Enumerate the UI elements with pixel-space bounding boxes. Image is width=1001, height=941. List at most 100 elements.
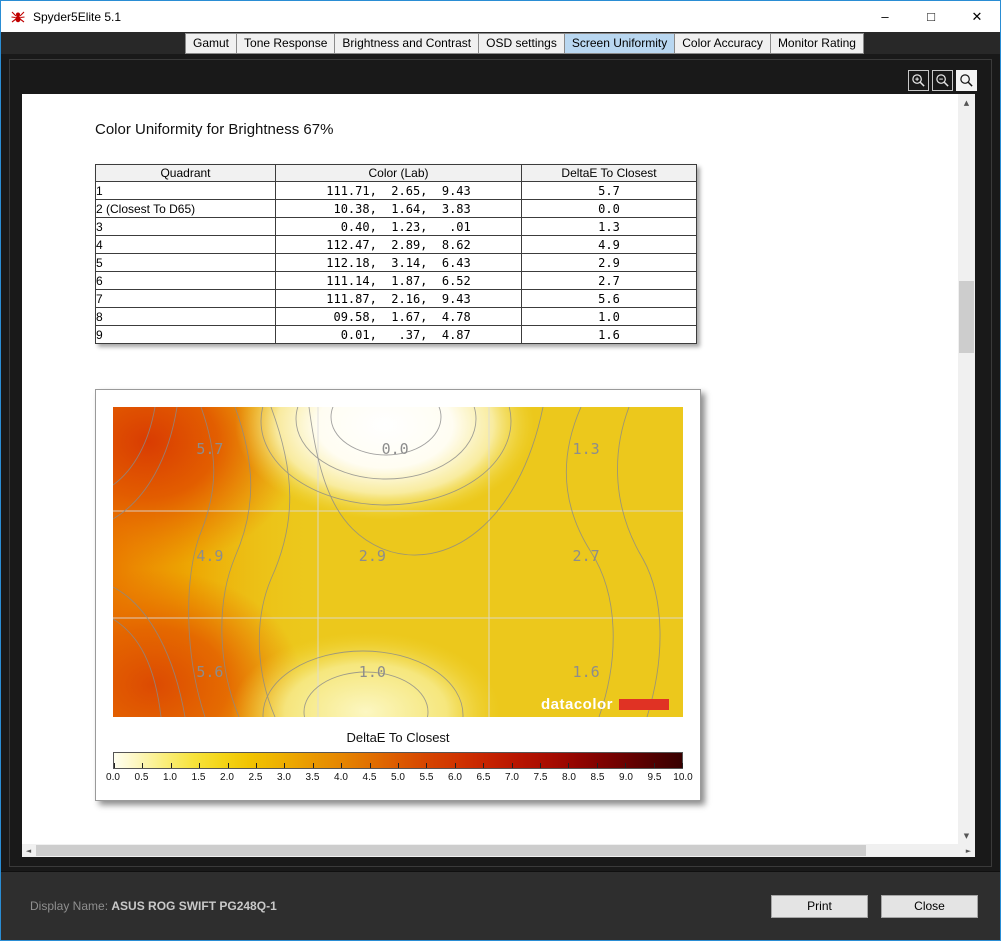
display-name-label: Display Name: bbox=[30, 899, 108, 913]
colorbar-tick bbox=[313, 763, 314, 768]
tab-color-accuracy[interactable]: Color Accuracy bbox=[674, 33, 771, 54]
colorbar-tick bbox=[370, 763, 371, 768]
close-window-button[interactable]: ✕ bbox=[954, 1, 1000, 32]
colorbar-tick-label: 10.0 bbox=[673, 772, 692, 783]
column-header: DeltaE To Closest bbox=[522, 165, 697, 182]
scroll-left-icon[interactable]: ◄ bbox=[22, 844, 35, 857]
quadrant-value: 4.9 bbox=[196, 547, 223, 565]
column-header: Color (Lab) bbox=[276, 165, 522, 182]
colorbar-tick-label: 3.0 bbox=[277, 772, 291, 783]
contour-map: datacolor 5.70.01.34.92.92.75.61.01.6 bbox=[113, 407, 683, 717]
colorbar-tick-label: 8.5 bbox=[591, 772, 605, 783]
colorbar bbox=[113, 752, 683, 769]
datacolor-logo-bar bbox=[619, 699, 669, 710]
tab-screen-uniformity[interactable]: Screen Uniformity bbox=[564, 33, 675, 54]
tab-tone-response[interactable]: Tone Response bbox=[236, 33, 335, 54]
action-buttons: Print Close bbox=[771, 895, 978, 918]
close-button[interactable]: Close bbox=[881, 895, 978, 918]
colorbar-tick bbox=[398, 763, 399, 768]
quadrant-value: 1.3 bbox=[573, 440, 600, 458]
quadrant-value: 5.6 bbox=[196, 663, 223, 681]
scroll-down-icon[interactable]: ▼ bbox=[958, 827, 975, 844]
report-title: Color Uniformity for Brightness 67% bbox=[95, 121, 333, 138]
colorbar-tick bbox=[256, 763, 257, 768]
zoom-out-icon[interactable] bbox=[932, 70, 953, 91]
tab-brightness-and-contrast[interactable]: Brightness and Contrast bbox=[334, 33, 479, 54]
colorbar-tick-label: 8.0 bbox=[562, 772, 576, 783]
colorbar-tick-label: 1.5 bbox=[192, 772, 206, 783]
colorbar-tick bbox=[426, 763, 427, 768]
table-row: 6111.14, 1.87, 6.522.7 bbox=[96, 272, 697, 290]
window-title: Spyder5Elite 5.1 bbox=[33, 10, 121, 24]
colorbar-tick bbox=[284, 763, 285, 768]
minimize-button[interactable]: – bbox=[862, 1, 908, 32]
display-name: Display Name: ASUS ROG SWIFT PG248Q-1 bbox=[30, 899, 277, 913]
colorbar-tick bbox=[341, 763, 342, 768]
colorbar-tick bbox=[540, 763, 541, 768]
datacolor-logo-text: datacolor bbox=[541, 696, 613, 713]
table-row: 7111.87, 2.16, 9.435.6 bbox=[96, 290, 697, 308]
zoom-region-icon[interactable] bbox=[956, 70, 977, 91]
scroll-right-icon[interactable]: ► bbox=[962, 844, 975, 857]
table-row: 3 0.40, 1.23, .011.3 bbox=[96, 218, 697, 236]
colorbar-tick-label: 3.5 bbox=[306, 772, 320, 783]
colorbar-tick-label: 7.0 bbox=[505, 772, 519, 783]
app-window: Spyder5Elite 5.1 – □ ✕ GamutTone Respons… bbox=[0, 0, 1001, 941]
report-page: Color Uniformity for Brightness 67% Quad… bbox=[22, 94, 958, 844]
uniformity-table-body: 1111.71, 2.65, 9.435.72 (Closest To D65)… bbox=[96, 182, 697, 344]
colorbar-tick-label: 2.0 bbox=[220, 772, 234, 783]
column-header: Quadrant bbox=[96, 165, 276, 182]
table-row: 8 09.58, 1.67, 4.781.0 bbox=[96, 308, 697, 326]
colorbar-tick-label: 4.5 bbox=[363, 772, 377, 783]
quadrant-value: 2.9 bbox=[359, 547, 386, 565]
colorbar-tick-label: 0.5 bbox=[135, 772, 149, 783]
colorbar-tick-label: 9.0 bbox=[619, 772, 633, 783]
quadrant-value: 2.7 bbox=[573, 547, 600, 565]
colorbar-tick-label: 5.0 bbox=[391, 772, 405, 783]
colorbar-tick-label: 1.0 bbox=[163, 772, 177, 783]
colorbar-labels: 0.00.51.01.52.02.53.03.54.04.55.05.56.06… bbox=[113, 772, 683, 785]
uniformity-plot: datacolor 5.70.01.34.92.92.75.61.01.6 De… bbox=[95, 389, 701, 801]
colorbar-title: DeltaE To Closest bbox=[113, 730, 683, 745]
colorbar-tick-label: 7.5 bbox=[534, 772, 548, 783]
uniformity-table: QuadrantColor (Lab)DeltaE To Closest 111… bbox=[95, 164, 697, 344]
window-controls: – □ ✕ bbox=[862, 1, 1000, 32]
colorbar-tick bbox=[654, 763, 655, 768]
quadrant-value: 5.7 bbox=[196, 440, 223, 458]
print-button[interactable]: Print bbox=[771, 895, 868, 918]
table-row: 5112.18, 3.14, 6.432.9 bbox=[96, 254, 697, 272]
colorbar-tick bbox=[114, 763, 115, 768]
tab-osd-settings[interactable]: OSD settings bbox=[478, 33, 565, 54]
colorbar-tick bbox=[625, 763, 626, 768]
tab-monitor-rating[interactable]: Monitor Rating bbox=[770, 33, 864, 54]
horizontal-scrollbar[interactable]: ◄ ► bbox=[22, 844, 975, 857]
colorbar-tick-label: 0.0 bbox=[106, 772, 120, 783]
colorbar-tick bbox=[483, 763, 484, 768]
title-bar: Spyder5Elite 5.1 – □ ✕ bbox=[1, 1, 1000, 32]
quadrant-value: 0.0 bbox=[382, 440, 409, 458]
colorbar-tick-label: 5.5 bbox=[420, 772, 434, 783]
colorbar-tick bbox=[199, 763, 200, 768]
zoom-in-icon[interactable] bbox=[908, 70, 929, 91]
table-row: 1111.71, 2.65, 9.435.7 bbox=[96, 182, 697, 200]
colorbar-tick-label: 2.5 bbox=[249, 772, 263, 783]
datacolor-logo: datacolor bbox=[541, 696, 669, 713]
colorbar-tick-label: 6.5 bbox=[477, 772, 491, 783]
colorbar-tick bbox=[228, 763, 229, 768]
colorbar-tick bbox=[142, 763, 143, 768]
quadrant-value: 1.0 bbox=[359, 663, 386, 681]
colorbar-tick bbox=[171, 763, 172, 768]
display-name-value: ASUS ROG SWIFT PG248Q-1 bbox=[111, 899, 276, 913]
vertical-scrollbar[interactable]: ▲ ▼ bbox=[958, 94, 975, 844]
colorbar-tick-label: 4.0 bbox=[334, 772, 348, 783]
scroll-up-icon[interactable]: ▲ bbox=[958, 94, 975, 111]
table-row: 4112.47, 2.89, 8.624.9 bbox=[96, 236, 697, 254]
colorbar-tick bbox=[568, 763, 569, 768]
maximize-button[interactable]: □ bbox=[908, 1, 954, 32]
tab-gamut[interactable]: Gamut bbox=[185, 33, 237, 54]
horizontal-scrollbar-thumb[interactable] bbox=[36, 845, 866, 856]
vertical-scrollbar-thumb[interactable] bbox=[959, 281, 974, 353]
status-bar: Display Name: ASUS ROG SWIFT PG248Q-1 Pr… bbox=[1, 871, 1000, 940]
table-row: 9 0.01, .37, 4.871.6 bbox=[96, 326, 697, 344]
colorbar-tick bbox=[512, 763, 513, 768]
